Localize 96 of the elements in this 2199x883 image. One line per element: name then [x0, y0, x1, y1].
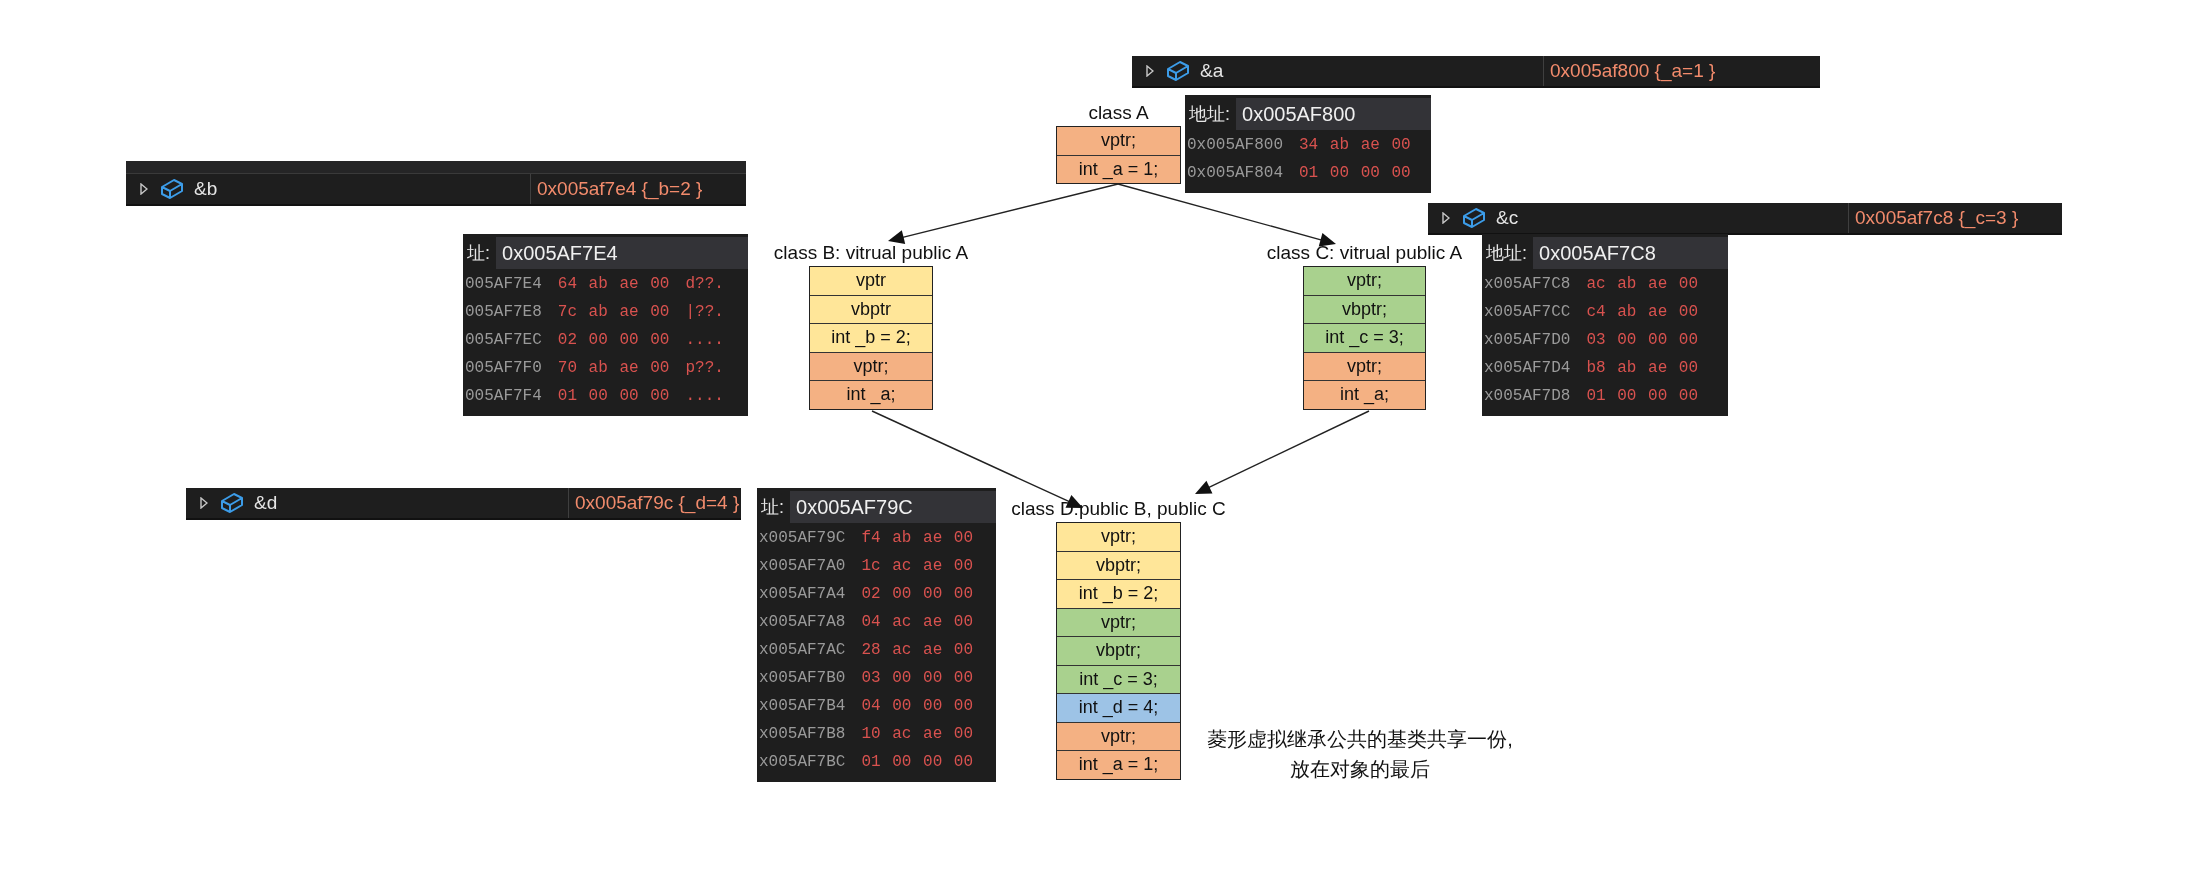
memory-ascii: |??. — [685, 303, 724, 321]
address-field[interactable]: 0x005AF7E4 — [496, 237, 748, 269]
expand-icon[interactable] — [1146, 65, 1154, 77]
memory-address: x005AF7A0 — [759, 557, 846, 575]
memory-bytes: 03 00 00 00 — [1586, 331, 1699, 349]
memory-address: x005AF79C — [759, 529, 846, 547]
member-field: vptr; — [810, 352, 932, 381]
memory-bytes: 01 00 00 00 — [557, 387, 670, 405]
member-field: int _a; — [1304, 381, 1425, 409]
member-field: int _a = 1; — [1057, 155, 1180, 183]
memory-bytes: 1c ac ae 00 — [861, 557, 974, 575]
memory-bytes: 64 ab ae 00 — [557, 275, 670, 293]
memory-bytes: c4 ab ae 00 — [1586, 303, 1699, 321]
memory-address: 005AF7E8 — [465, 303, 542, 321]
variable-value: 0x005af800 {_a=1 } — [1550, 60, 1716, 82]
member-field: vbptr — [810, 295, 932, 324]
cube-icon — [1462, 207, 1486, 229]
memory-address: 0x005AF804 — [1187, 164, 1283, 182]
member-field: vptr; — [1304, 352, 1425, 381]
memory-address: x005AF7B8 — [759, 725, 846, 743]
memory-bytes: 01 00 00 00 — [1299, 164, 1411, 182]
expand-icon[interactable] — [140, 183, 148, 195]
member-field: int _c = 3; — [1304, 324, 1425, 353]
member-field: vptr; — [1304, 267, 1425, 296]
address-label: 地址: — [1189, 103, 1230, 126]
address-label: 地址: — [1486, 242, 1527, 265]
variable-value: 0x005af79c {_d=4 } — [575, 492, 740, 514]
member-field: vbptr; — [1057, 551, 1180, 580]
memory-bytes: 7c ab ae 00 — [557, 303, 670, 321]
memory-bytes: 01 00 00 00 — [1586, 387, 1699, 405]
cube-icon — [220, 492, 244, 514]
member-field: int _d = 4; — [1057, 694, 1180, 723]
memory-ascii: p??. — [685, 359, 724, 377]
memory-bytes: 04 00 00 00 — [861, 697, 974, 715]
memory-bytes: 10 ac ae 00 — [861, 725, 974, 743]
memory-address: x005AF7A4 — [759, 585, 846, 603]
memory-address: x005AF7D8 — [1484, 387, 1571, 405]
member-field: int _c = 3; — [1057, 665, 1180, 694]
note-text: 菱形虚拟继承公共的基类共享一份, 放在对象的最后 — [1206, 727, 1514, 782]
memory-address: x005AF7CC — [1484, 303, 1571, 321]
memory-bytes: 02 00 00 00 — [557, 331, 670, 349]
variable-name: &c — [1496, 207, 1519, 229]
variable-name: &d — [254, 492, 278, 514]
memory-address: x005AF7B4 — [759, 697, 846, 715]
member-field: vptr; — [1057, 608, 1180, 637]
member-field: int _a; — [810, 381, 932, 409]
memory-address: 005AF7F4 — [465, 387, 542, 405]
memory-address: x005AF7C8 — [1484, 275, 1571, 293]
memory-ascii: d??. — [685, 275, 724, 293]
variable-name: &a — [1200, 60, 1224, 82]
memory-bytes: 70 ab ae 00 — [557, 359, 670, 377]
member-field: vptr; — [1057, 523, 1180, 552]
class-title: class B: vitrual public A — [773, 241, 969, 265]
expand-icon[interactable] — [200, 497, 208, 509]
address-label: 址: — [467, 242, 490, 265]
memory-bytes: 01 00 00 00 — [861, 753, 974, 771]
member-field: vbptr; — [1057, 637, 1180, 666]
memory-address: x005AF7BC — [759, 753, 846, 771]
memory-address: x005AF7B0 — [759, 669, 846, 687]
class-title: class C: vitrual public A — [1266, 241, 1463, 265]
memory-address: x005AF7A8 — [759, 613, 846, 631]
member-field: int _a = 1; — [1057, 751, 1180, 779]
variable-name: &b — [194, 178, 218, 200]
address-field[interactable]: 0x005AF79C — [790, 491, 996, 523]
memory-bytes: 28 ac ae 00 — [861, 641, 974, 659]
memory-address: 0x005AF800 — [1187, 136, 1283, 154]
memory-bytes: 03 00 00 00 — [861, 669, 974, 687]
memory-address: 005AF7E4 — [465, 275, 542, 293]
address-label: 址: — [761, 496, 784, 519]
member-field: vptr — [810, 267, 932, 296]
expand-icon[interactable] — [1442, 212, 1450, 224]
memory-ascii: .... — [685, 331, 724, 349]
member-field: int _b = 2; — [810, 324, 932, 353]
cube-icon — [1166, 60, 1190, 82]
memory-address: 005AF7F0 — [465, 359, 542, 377]
memory-bytes: 02 00 00 00 — [861, 585, 974, 603]
variable-value: 0x005af7c8 {_c=3 } — [1855, 207, 2019, 229]
member-field: vptr; — [1057, 722, 1180, 751]
memory-address: 005AF7EC — [465, 331, 542, 349]
memory-address: x005AF7AC — [759, 641, 846, 659]
member-field: vbptr; — [1304, 295, 1425, 324]
memory-ascii: .... — [685, 387, 724, 405]
address-field[interactable]: 0x005AF7C8 — [1533, 237, 1728, 269]
memory-address: x005AF7D4 — [1484, 359, 1571, 377]
memory-address: x005AF7D0 — [1484, 331, 1571, 349]
variable-value: 0x005af7e4 {_b=2 } — [537, 178, 703, 200]
member-field: int _b = 2; — [1057, 580, 1180, 609]
memory-bytes: ac ab ae 00 — [1586, 275, 1699, 293]
memory-bytes: 34 ab ae 00 — [1299, 136, 1411, 154]
class-title: class A — [1088, 101, 1149, 125]
member-field: vptr; — [1057, 127, 1180, 156]
memory-bytes: b8 ab ae 00 — [1586, 359, 1699, 377]
cube-icon — [160, 178, 184, 200]
memory-bytes: f4 ab ae 00 — [861, 529, 974, 547]
memory-bytes: 04 ac ae 00 — [861, 613, 974, 631]
address-field[interactable]: 0x005AF800 — [1236, 98, 1431, 130]
